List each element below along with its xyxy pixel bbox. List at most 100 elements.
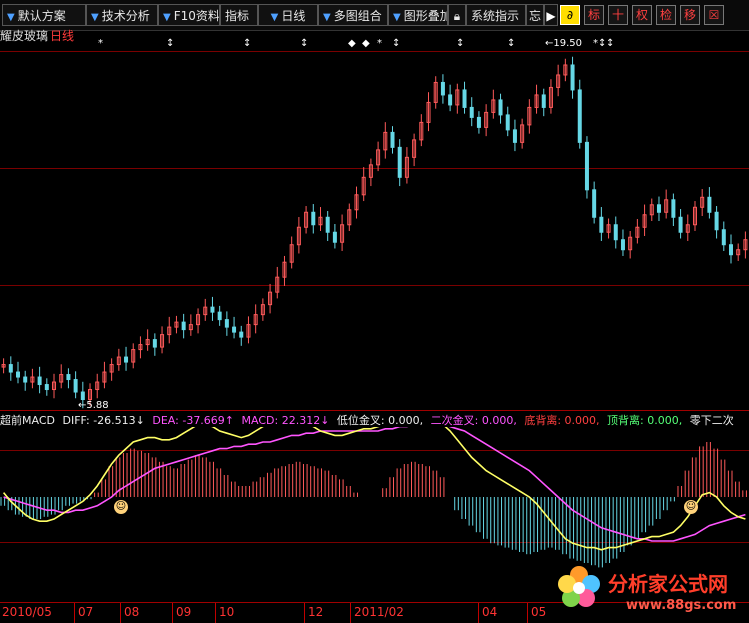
- candle[interactable]: [498, 93, 503, 124]
- candle[interactable]: [296, 217, 301, 254]
- candle[interactable]: [613, 216, 618, 249]
- candle[interactable]: [390, 126, 395, 154]
- candle[interactable]: [455, 83, 460, 114]
- candle[interactable]: [656, 196, 661, 222]
- event-marker[interactable]: ↕: [392, 38, 400, 49]
- check-button[interactable]: 检: [656, 5, 676, 25]
- candle[interactable]: [404, 147, 409, 184]
- candle[interactable]: [167, 316, 172, 344]
- candle[interactable]: [728, 234, 733, 264]
- candle[interactable]: [174, 315, 179, 334]
- candle[interactable]: [685, 214, 690, 241]
- candle[interactable]: [217, 305, 222, 326]
- candle[interactable]: [584, 136, 589, 199]
- candle[interactable]: [520, 118, 525, 149]
- candle[interactable]: [556, 64, 561, 97]
- candle[interactable]: [73, 371, 78, 399]
- candle[interactable]: [347, 203, 352, 231]
- candle[interactable]: [23, 370, 28, 391]
- candle[interactable]: [462, 81, 467, 114]
- f10-button[interactable]: ▼ F10资料: [158, 4, 220, 26]
- candle[interactable]: [642, 204, 647, 236]
- mark-button[interactable]: 标: [584, 5, 604, 25]
- candle[interactable]: [412, 133, 417, 167]
- move-button[interactable]: 移: [680, 5, 700, 25]
- candle[interactable]: [124, 346, 129, 371]
- candle[interactable]: [620, 229, 625, 256]
- event-marker[interactable]: ◆: [348, 38, 356, 49]
- event-marker[interactable]: ↕: [243, 38, 251, 49]
- candle[interactable]: [376, 141, 381, 172]
- candle[interactable]: [512, 119, 517, 152]
- candle[interactable]: [131, 343, 136, 369]
- price-chart[interactable]: [0, 50, 749, 410]
- candle[interactable]: [433, 76, 438, 109]
- candle[interactable]: [253, 304, 258, 334]
- candle[interactable]: [419, 114, 424, 147]
- candle[interactable]: [224, 311, 229, 336]
- candle[interactable]: [44, 378, 49, 396]
- candle[interactable]: [152, 333, 157, 356]
- indicator-button[interactable]: 指标: [220, 4, 258, 26]
- event-marker[interactable]: ↕: [166, 38, 174, 49]
- candle[interactable]: [649, 198, 654, 222]
- candle[interactable]: [203, 298, 208, 321]
- candle[interactable]: [678, 209, 683, 239]
- candle[interactable]: [138, 336, 143, 359]
- candle[interactable]: [1, 358, 6, 374]
- candle[interactable]: [476, 111, 481, 134]
- daily-period-button[interactable]: ▼ 日线: [258, 4, 318, 26]
- candle[interactable]: [311, 204, 316, 234]
- system-indicator-button[interactable]: 系统指示: [466, 4, 526, 26]
- candle[interactable]: [383, 122, 388, 159]
- candle[interactable]: [743, 231, 748, 259]
- event-marker[interactable]: *: [98, 38, 103, 49]
- candle[interactable]: [664, 189, 669, 219]
- overlay-button[interactable]: ▼ 图形叠加: [388, 4, 448, 26]
- event-marker[interactable]: ↕: [606, 38, 614, 49]
- default-scheme-button[interactable]: ▼ 默认方案: [2, 4, 86, 26]
- candle[interactable]: [354, 186, 359, 219]
- event-marker[interactable]: *: [377, 38, 382, 49]
- tech-analysis-button[interactable]: ▼ 技术分析: [86, 4, 158, 26]
- rights-button[interactable]: 权: [632, 5, 652, 25]
- candle[interactable]: [116, 348, 121, 371]
- candle[interactable]: [563, 58, 568, 82]
- candle[interactable]: [548, 79, 553, 114]
- wisdom-button[interactable]: 忘: [526, 4, 544, 26]
- candle[interactable]: [52, 373, 57, 399]
- candle[interactable]: [282, 255, 287, 286]
- candle[interactable]: [700, 189, 705, 217]
- candle[interactable]: [8, 356, 13, 381]
- event-marker[interactable]: *: [593, 38, 598, 49]
- candle[interactable]: [268, 283, 273, 314]
- candle[interactable]: [275, 266, 280, 299]
- candle[interactable]: [16, 361, 21, 384]
- candle[interactable]: [491, 89, 496, 119]
- candle[interactable]: [692, 201, 697, 231]
- candle[interactable]: [397, 139, 402, 187]
- candle[interactable]: [635, 219, 640, 244]
- candle[interactable]: [109, 358, 114, 381]
- candle[interactable]: [160, 326, 165, 354]
- candle[interactable]: [332, 224, 337, 249]
- candle[interactable]: [196, 308, 201, 334]
- candle[interactable]: [707, 187, 712, 219]
- candle[interactable]: [30, 368, 35, 389]
- candle[interactable]: [541, 88, 546, 117]
- candle[interactable]: [448, 84, 453, 112]
- candle[interactable]: [318, 207, 323, 231]
- candle[interactable]: [340, 214, 345, 251]
- event-marker[interactable]: ↕: [507, 38, 515, 49]
- candle[interactable]: [102, 361, 107, 389]
- candle[interactable]: [628, 230, 633, 259]
- lock-button[interactable]: 🔒︎: [448, 4, 466, 26]
- candle[interactable]: [368, 158, 373, 187]
- candle[interactable]: [210, 296, 215, 321]
- candle[interactable]: [37, 366, 42, 394]
- candle[interactable]: [181, 313, 186, 339]
- candle[interactable]: [534, 84, 539, 114]
- candle[interactable]: [325, 211, 330, 241]
- formula-button[interactable]: ∂: [560, 5, 580, 25]
- candle[interactable]: [599, 207, 604, 241]
